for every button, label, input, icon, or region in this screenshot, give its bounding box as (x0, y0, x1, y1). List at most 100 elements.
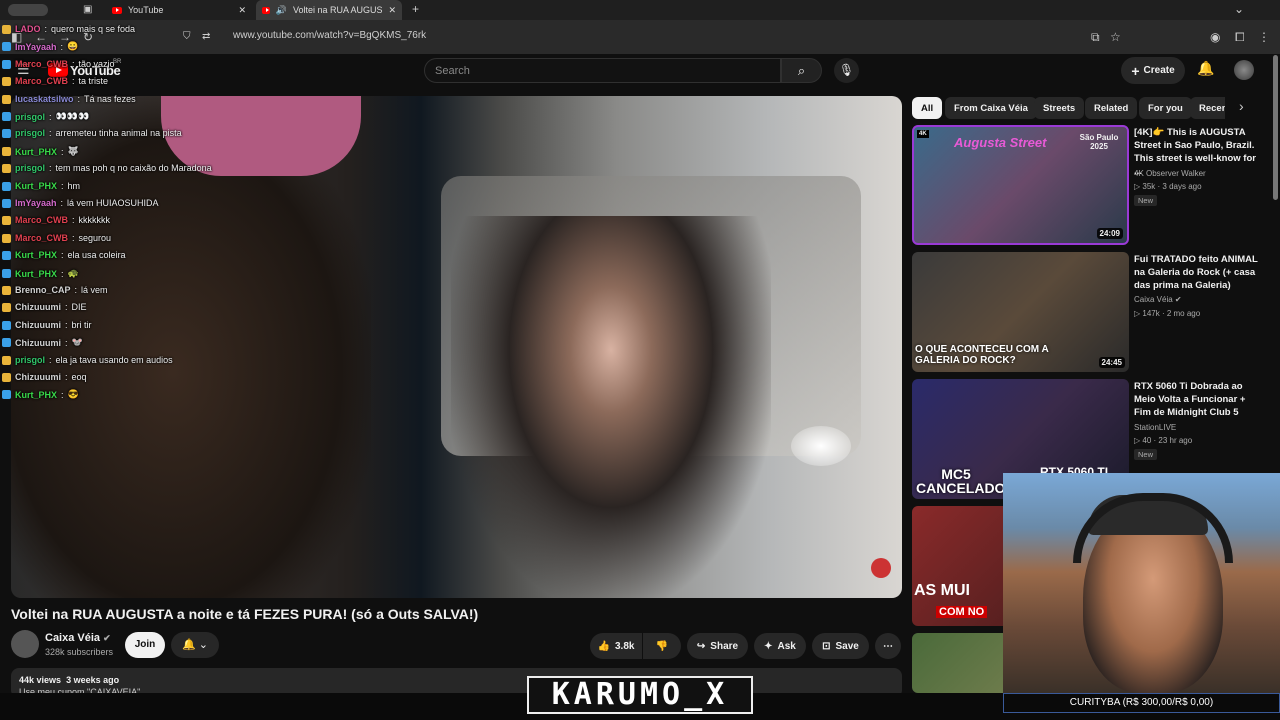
bookmark-star-icon[interactable]: ☆ (1110, 31, 1121, 43)
rec-thumbnail-2[interactable]: O QUE ACONTECEU COM A GALERIA DO ROCK? 2… (912, 252, 1129, 372)
chat-badge-icon (2, 285, 11, 295)
chat-separator: : (72, 59, 75, 69)
subscription-bell-button[interactable]: 🔔 ⌄ (171, 632, 219, 658)
chat-username[interactable]: Kurt_PHX (15, 269, 57, 279)
chat-username[interactable]: prisgol (15, 355, 45, 365)
pip-icon[interactable]: ⧉ (1091, 31, 1100, 43)
shield-icon[interactable]: ⛉ (183, 31, 191, 43)
chat-username[interactable]: Chizuuumi (15, 320, 61, 330)
chip-related[interactable]: Related (1085, 97, 1138, 119)
create-button[interactable]: + Create (1121, 57, 1185, 84)
page-scrollbar[interactable] (1273, 55, 1278, 200)
chat-message: Brenno_CAP: lá vem (2, 285, 108, 295)
chip-recent[interactable]: Recen (1190, 97, 1225, 119)
chat-username[interactable]: Chizuuumi (15, 338, 61, 348)
chevron-right-icon[interactable]: › (1239, 99, 1244, 113)
sidebar-toggle-icon[interactable] (8, 4, 48, 16)
tab-label: Voltei na RUA AUGUSTA a n (293, 5, 383, 15)
chat-username[interactable]: Marco_CWB (15, 215, 68, 225)
chat-separator: : (61, 250, 64, 260)
channel-name[interactable]: Caixa Véia ✔ (45, 632, 111, 644)
notifications-bell-icon[interactable]: 🔔 (1197, 61, 1214, 75)
chat-username[interactable]: Chizuuumi (15, 302, 61, 312)
chip-from-channel[interactable]: From Caixa Véia (945, 97, 1037, 119)
ask-button[interactable]: ✦ Ask (754, 633, 806, 659)
chat-separator: : (65, 337, 68, 348)
save-button[interactable]: ⊡ Save (812, 633, 869, 659)
join-button[interactable]: Join (125, 632, 165, 658)
like-count: 3.8k (614, 640, 635, 652)
account-icon[interactable]: ◉ (1210, 31, 1220, 43)
chat-username[interactable]: Marco_CWB (15, 233, 68, 243)
rec-thumbnail-1[interactable]: Augusta Street São Paulo 2025 4K 24:09 (912, 125, 1129, 245)
close-tab-icon[interactable]: ✕ (388, 5, 396, 16)
chevron-down-icon: ⌄ (198, 639, 208, 651)
chip-for-you[interactable]: For you (1139, 97, 1192, 119)
streamer-webcam (1003, 473, 1280, 693)
dislike-button[interactable]: 👎 (643, 633, 681, 659)
chat-username[interactable]: Brenno_CAP (15, 285, 71, 295)
chat-username[interactable]: lucaskatsilwo (15, 94, 74, 104)
rec-meta-text: 40 · 23 hr ago (1142, 436, 1193, 445)
chat-message: ImYayaah: 😀 (2, 41, 78, 52)
user-avatar[interactable] (1234, 60, 1254, 80)
chat-message: Kurt_PHX: 😎 (2, 389, 79, 400)
voice-search-button[interactable]: 🎙 (834, 58, 859, 83)
new-tab-icon[interactable]: + (412, 3, 419, 15)
chat-username[interactable]: Marco_CWB (15, 76, 68, 86)
chat-separator: : (61, 181, 64, 191)
chat-username[interactable]: Kurt_PHX (15, 181, 57, 191)
chat-badge-icon (2, 198, 11, 208)
chat-username[interactable]: Marco_CWB (15, 59, 68, 69)
create-label: Create (1143, 65, 1175, 76)
close-tab-icon[interactable]: ✕ (238, 5, 246, 16)
chat-username[interactable]: prisgol (15, 112, 45, 122)
tab-video[interactable]: 🔊 Voltei na RUA AUGUSTA a n ✕ (256, 0, 402, 20)
rec-title-2[interactable]: Fui TRATADO feito ANIMAL na Galeria do R… (1134, 253, 1262, 292)
like-button[interactable]: 👍 3.8k (590, 633, 642, 659)
chip-streets[interactable]: Streets (1034, 97, 1085, 119)
share-button[interactable]: ↪ Share (687, 633, 748, 659)
chat-username[interactable]: prisgol (15, 163, 45, 173)
channel-avatar[interactable] (11, 630, 39, 658)
chat-text: 😎 (67, 389, 79, 399)
chip-all[interactable]: All (912, 97, 943, 119)
chat-username[interactable]: Kurt_PHX (15, 147, 57, 157)
rec-channel-3[interactable]: StationLIVE (1134, 423, 1176, 432)
chat-username[interactable]: Chizuuumi (15, 372, 61, 382)
chat-separator: : (61, 146, 64, 157)
chat-separator: : (60, 41, 64, 52)
chat-separator: : (65, 320, 68, 330)
chat-message: prisgol: ela ja tava usando em audios (2, 355, 173, 365)
chat-message: prisgol: tem mas poh q no caixão do Marad… (2, 163, 212, 173)
search-button[interactable]: ⌕ (781, 58, 822, 83)
chat-username[interactable]: Kurt_PHX (15, 390, 57, 400)
chat-badge-icon (2, 42, 11, 51)
chat-separator: : (49, 111, 52, 122)
more-actions-button[interactable]: ⋯ (875, 633, 901, 659)
chat-separator: : (44, 24, 48, 34)
tab-overview-icon[interactable]: ▣ (83, 4, 92, 16)
video-title: Voltei na RUA AUGUSTA a noite e tá FEZES… (11, 606, 479, 622)
chat-username[interactable]: ImYayaah (15, 198, 57, 208)
chat-username[interactable]: LADO (15, 24, 41, 34)
chat-username[interactable]: prisgol (15, 128, 45, 138)
chevron-down-icon[interactable]: ⌄ (1234, 3, 1244, 15)
rec-channel-1[interactable]: 4K Observer Walker (1134, 169, 1206, 178)
url-field[interactable]: www.youtube.com/watch?v=BgQKMS_76rk (233, 30, 426, 41)
rec-title-3[interactable]: RTX 5060 Ti Dobrada ao Meio Volta a Func… (1134, 380, 1262, 419)
extensions-icon[interactable]: ⧠ (1235, 31, 1245, 43)
chat-text: tem mas poh q no caixão do Maradona (55, 163, 212, 173)
chat-badge-icon (2, 233, 11, 243)
site-settings-icon[interactable]: ⇄ (202, 31, 210, 43)
chat-username[interactable]: ImYayaah (15, 42, 57, 52)
menu-dots-icon[interactable]: ⋮ (1258, 31, 1270, 43)
chat-text: 👀👀👀 (55, 111, 90, 121)
rec-channel-2[interactable]: Caixa Véia ✔ (1134, 295, 1182, 304)
rec-meta-3: ▷ 40 · 23 hr ago (1134, 436, 1192, 445)
rec-meta-text: 147k · 2 mo ago (1142, 309, 1201, 318)
chat-username[interactable]: Kurt_PHX (15, 250, 57, 260)
tab-youtube[interactable]: YouTube ✕ (106, 0, 252, 20)
search-input[interactable]: Search (424, 58, 781, 83)
verified-icon: ✔ (1174, 295, 1182, 304)
